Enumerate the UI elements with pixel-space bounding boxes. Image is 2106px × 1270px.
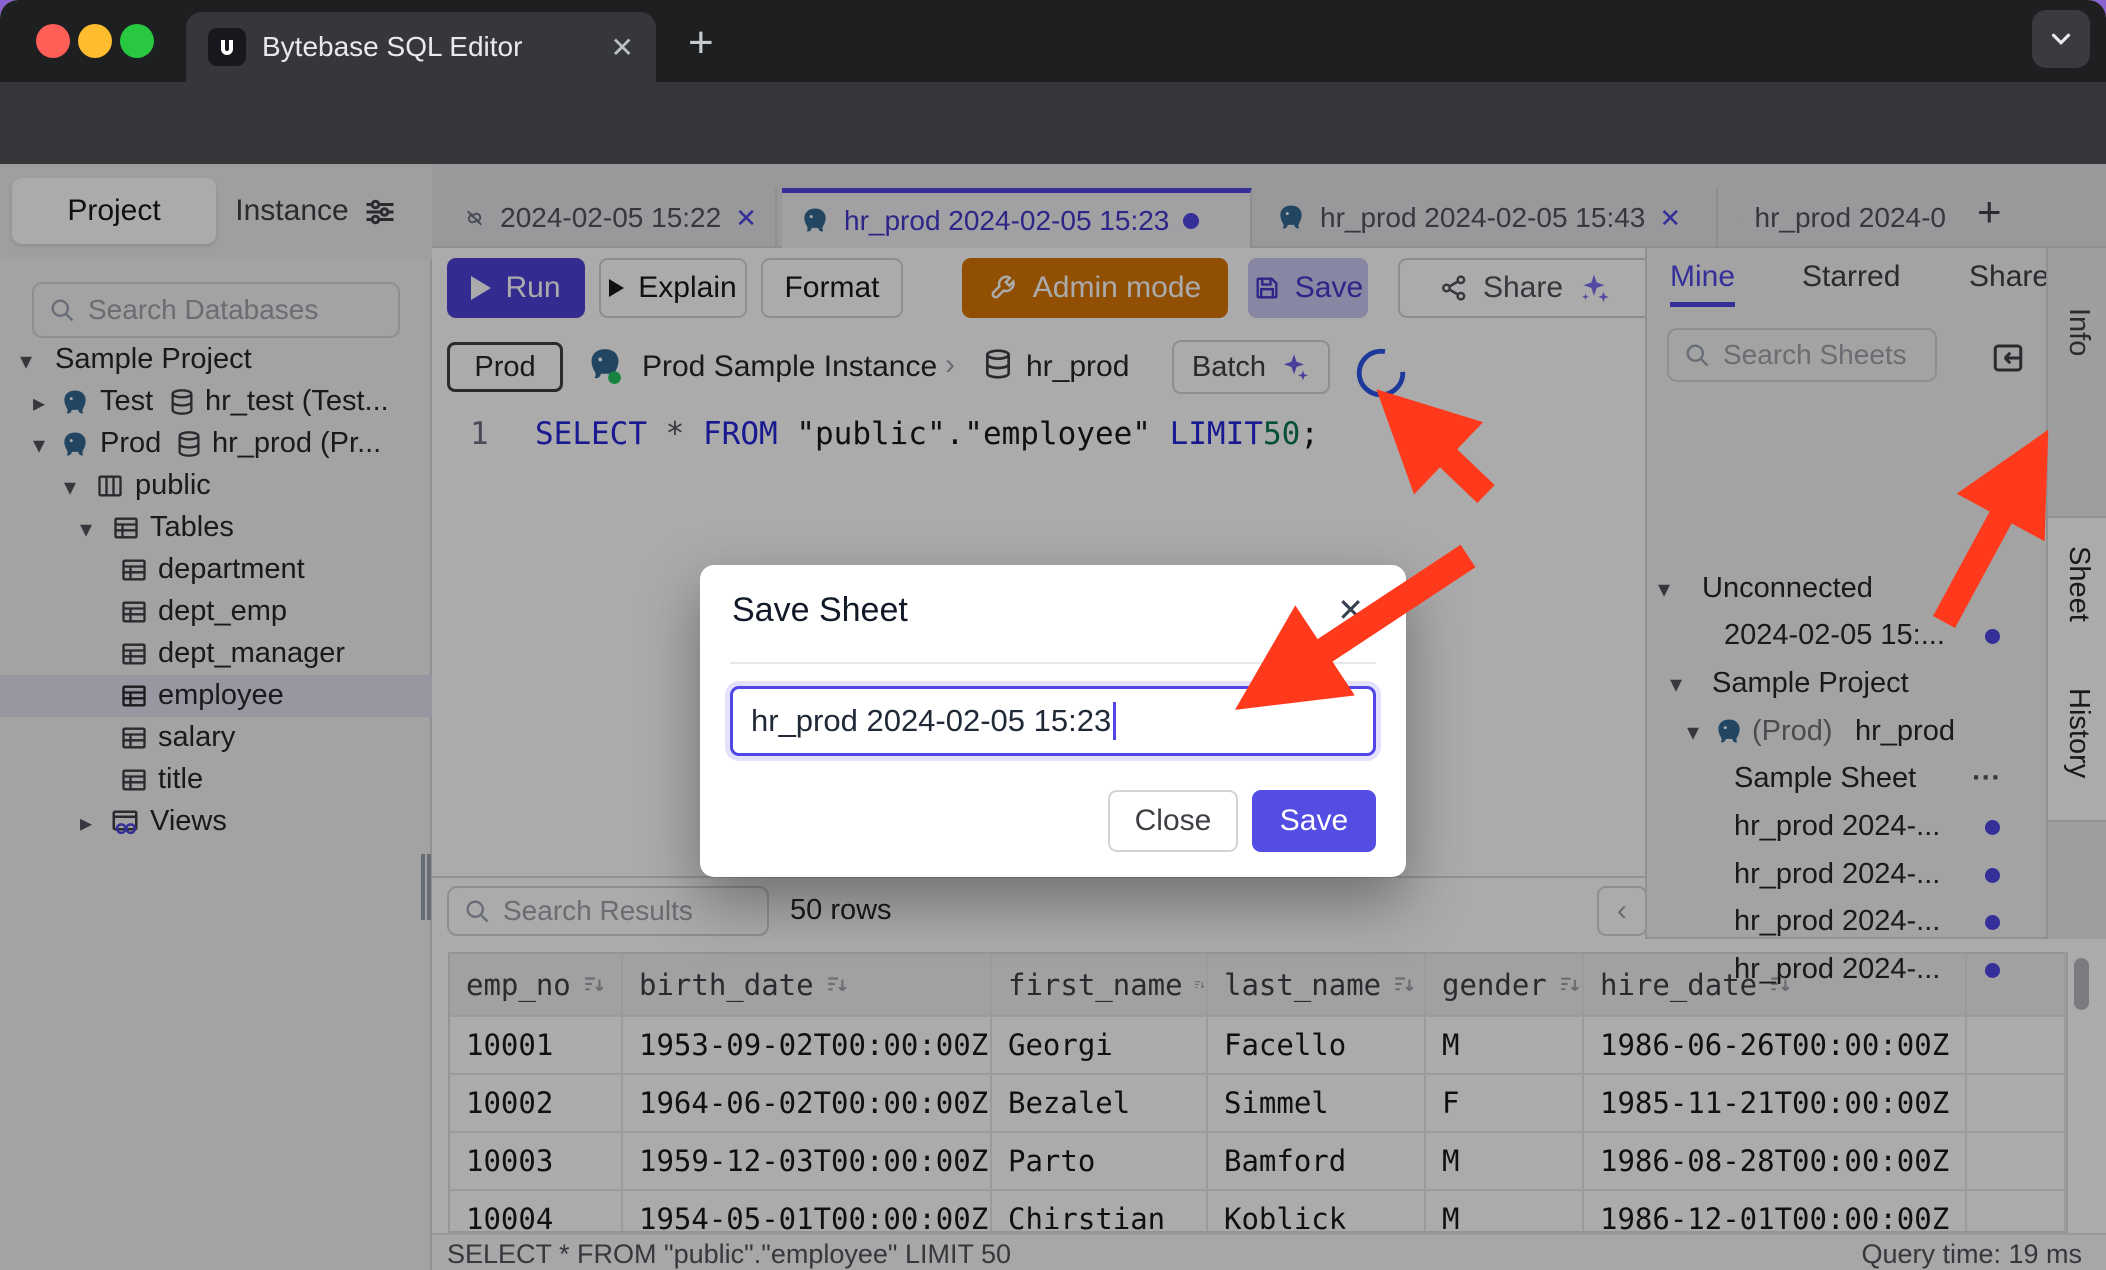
save-sheet-dialog: Save Sheet ✕ hr_prod 2024-02-05 15:23 Cl… (700, 565, 1406, 877)
dialog-close-icon[interactable]: ✕ (1337, 591, 1364, 629)
window-minimize-button[interactable] (78, 24, 112, 58)
sheet-name-value: hr_prod 2024-02-05 15:23 (751, 703, 1111, 739)
browser-tab-title: Bytebase SQL Editor (262, 31, 595, 63)
close-button-label: Close (1135, 804, 1212, 838)
save-button-label: Save (1280, 804, 1348, 838)
bytebase-favicon (208, 28, 246, 66)
window-zoom-button[interactable] (120, 24, 154, 58)
browser-toolbar: ← → ↻ localhost:8080/sql-editor/prod-sam… (0, 82, 2106, 164)
dialog-title: Save Sheet (732, 591, 908, 630)
dialog-divider (730, 662, 1376, 664)
tab-search-chevron-button[interactable] (2032, 10, 2090, 68)
browser-tab-strip: Bytebase SQL Editor ✕ + (0, 0, 2106, 82)
new-browser-tab-button[interactable]: + (688, 18, 714, 68)
dialog-close-button[interactable]: Close (1108, 790, 1238, 852)
window-close-button[interactable] (36, 24, 70, 58)
dialog-save-button[interactable]: Save (1252, 790, 1376, 852)
sheet-name-input[interactable]: hr_prod 2024-02-05 15:23 (730, 686, 1376, 756)
browser-tab[interactable]: Bytebase SQL Editor ✕ (186, 12, 656, 82)
browser-window: Bytebase SQL Editor ✕ + ← → ↻ localhost:… (0, 0, 2106, 1270)
browser-tab-close-icon[interactable]: ✕ (611, 31, 634, 64)
text-caret (1113, 702, 1116, 740)
